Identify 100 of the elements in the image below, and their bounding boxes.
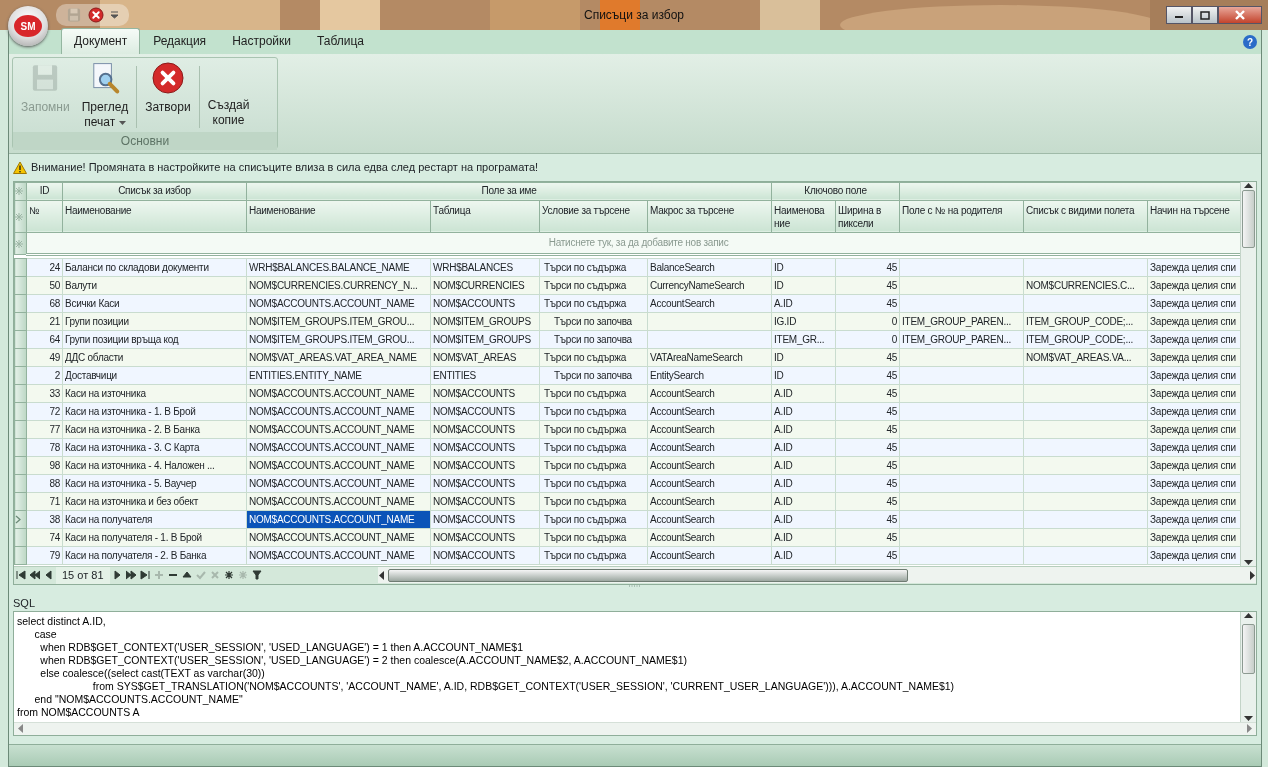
scroll-thumb[interactable] — [388, 568, 908, 582]
next-page-icon[interactable] — [125, 570, 136, 580]
table-cell: ITEM_GROUP_CODE;... — [1026, 315, 1133, 327]
asterisk-icon[interactable] — [223, 570, 234, 580]
table-cell: A.ID — [774, 549, 793, 561]
table-cell: 24 — [49, 261, 60, 273]
column-header[interactable]: Наименование — [62, 200, 247, 232]
band-header: Ключово поле — [771, 182, 900, 200]
close-button[interactable]: Затвори — [139, 60, 197, 132]
next-record-icon[interactable] — [111, 570, 122, 580]
table-cell: 45 — [886, 279, 898, 291]
table-cell: ITEM_GROUP_PAREN... — [902, 315, 1011, 327]
table-cell: NOM$VAT_AREAS — [433, 351, 517, 363]
table-cell: AccountSearch — [650, 423, 715, 435]
table-cell: NOM$ACCOUNTS — [433, 495, 515, 507]
ribbon-tab[interactable]: Документ — [61, 28, 141, 54]
table-cell: Доставчици — [65, 369, 117, 381]
row-indicator[interactable] — [14, 258, 27, 276]
copy-button[interactable]: Създай копие — [201, 60, 256, 132]
table-cell: 78 — [49, 441, 60, 453]
column-header[interactable]: Ширина в пиксели — [835, 200, 900, 232]
ribbon-tab[interactable]: Настройки — [219, 28, 304, 54]
column-header[interactable]: Списък с видими полета — [1023, 200, 1148, 232]
table-cell: AccountSearch — [650, 459, 715, 471]
table-cell: NOM$ITEM_GROUPS — [433, 333, 531, 345]
table-cell: NOM$ACCOUNTS — [433, 423, 515, 435]
close-button[interactable] — [1218, 6, 1262, 24]
table-cell: 45 — [886, 531, 898, 543]
table-cell: A.ID — [774, 477, 793, 489]
table-cell: 45 — [886, 351, 898, 363]
close-icon[interactable] — [88, 7, 104, 23]
table-cell: 33 — [49, 387, 60, 399]
table-cell: AccountSearch — [650, 477, 715, 489]
table-cell: Зарежда целия спи — [1150, 477, 1236, 489]
table-cell: 45 — [886, 477, 898, 489]
table-cell: 45 — [886, 369, 898, 381]
table-cell: NOM$ITEM_GROUPS.ITEM_GROU... — [249, 333, 415, 345]
column-header[interactable]: Начин на търсене — [1147, 200, 1240, 232]
first-record-icon[interactable] — [16, 570, 26, 580]
scroll-thumb[interactable] — [1242, 623, 1255, 674]
table-cell: ENTITIES — [433, 369, 476, 381]
scroll-left-icon[interactable] — [378, 570, 384, 580]
table-cell: NOM$ACCOUNTS.ACCOUNT_NAME — [249, 459, 415, 471]
column-header[interactable]: Таблица — [430, 200, 540, 232]
table-cell: Каси на източника - 3. С Карта — [65, 441, 200, 453]
ribbon-tab[interactable]: Редакция — [140, 28, 220, 54]
table-cell: NOM$ITEM_GROUPS.ITEM_GROU... — [249, 315, 415, 327]
table-cell: NOM$ACCOUNTS — [433, 297, 515, 309]
vertical-scrollbar[interactable] — [1240, 611, 1256, 722]
table-cell: Търси по съдържа — [544, 261, 626, 273]
table-cell: Търси по започва — [554, 369, 632, 381]
print-preview-button[interactable]: Преглед печат — [75, 60, 135, 132]
table-cell: Търси по започва — [554, 315, 632, 327]
maximize-icon — [1200, 10, 1210, 20]
table-cell: Търси по започва — [554, 333, 632, 345]
scroll-right-icon[interactable] — [1250, 570, 1256, 580]
table-cell: NOM$ACCOUNTS — [433, 549, 515, 561]
warning-message: Внимание! Промяната в настройките на списъците влиза в сила едва след рестарт на програмата! — [31, 160, 539, 175]
record-position: 15 от 81 — [56, 566, 110, 584]
column-header[interactable]: Наименование — [246, 200, 431, 232]
table-cell: Каси на получателя - 1. В Брой — [65, 531, 202, 543]
column-header[interactable]: Поле с № на родителя — [899, 200, 1024, 232]
current-row-icon — [15, 515, 21, 525]
splitter-grip-icon[interactable] — [628, 584, 642, 588]
ribbon-tab[interactable]: Таблица — [303, 28, 378, 54]
table-cell: WRH$BALANCES.BALANCE_NAME — [249, 261, 410, 273]
table-cell: Зарежда целия спи — [1150, 441, 1236, 453]
previous-page-icon[interactable] — [30, 570, 40, 580]
table-cell: Зарежда целия спи — [1150, 495, 1236, 507]
table-cell: Търси по съдържа — [544, 441, 626, 453]
filter-icon[interactable] — [251, 570, 262, 580]
column-header[interactable]: Условие за търсене — [539, 200, 648, 232]
table-cell: 77 — [49, 423, 60, 435]
vertical-scrollbar[interactable] — [1240, 181, 1256, 566]
column-header[interactable]: Макрос за търсене — [647, 200, 772, 232]
table-cell: 49 — [49, 351, 60, 363]
table-cell: ITEM_GR... — [774, 333, 825, 345]
last-record-icon[interactable] — [139, 570, 150, 580]
table-cell: Каси на източника — [65, 387, 146, 399]
table-cell: NOM$ACCOUNTS.ACCOUNT_NAME — [249, 531, 415, 543]
table-cell: Търси по съдържа — [544, 459, 626, 471]
table-cell: CurrencyNameSearch — [650, 279, 745, 291]
up-arrow-icon[interactable] — [181, 570, 192, 580]
column-header[interactable]: Наименова ние — [771, 200, 836, 232]
table-cell: 45 — [886, 513, 898, 525]
maximize-button[interactable] — [1192, 6, 1218, 24]
table-cell: IG.ID — [774, 315, 797, 327]
dropdown-arrow-icon[interactable] — [110, 11, 119, 19]
help-icon[interactable]: ? — [1243, 35, 1257, 49]
minimize-button[interactable] — [1166, 6, 1192, 24]
scroll-up-icon[interactable] — [1244, 611, 1253, 618]
table-cell: ITEM_GROUP_PAREN... — [902, 333, 1011, 345]
sql-editor[interactable]: select distinct A.ID, case when RDB$GET_CONTEXT('USER_SESSION', 'USED_LANGUAGE') = 1 then A.ACCOUNT_NAME$1 when RDB$GET_CONTEXT('USER_SESSION', 'USED_LANGUAGE') = 2 then coalesce(A.ACCOUNT_NAME$2, A.ACCOUNT_NAME$1) else coalesce((select cast(TEXT as varchar(30)) from SYS$GET_TRANSLATION('NOM$ACCOUNTS', 'ACCOUNT_NAME', A.ID, RDB$GET_CONTEXT('USER_SESSION', 'CURRENT_USER_LANGUAGE'))), A.ACCOUNT_NAME$1) end "NOM$ACCOUNTS.ACCOUNT_NAME" from NOM$ACCOUNTS A — [13, 610, 1257, 736]
group-label: Основни — [13, 132, 277, 150]
table-cell: Каси на източника - 1. В Брой — [65, 405, 196, 417]
horizontal-scrollbar[interactable] — [378, 567, 1256, 583]
table-cell: WRH$BALANCES — [433, 261, 513, 273]
table-cell: Търси по съдържа — [544, 279, 626, 291]
previous-record-icon[interactable] — [44, 570, 54, 580]
scroll-thumb[interactable] — [1242, 189, 1255, 248]
